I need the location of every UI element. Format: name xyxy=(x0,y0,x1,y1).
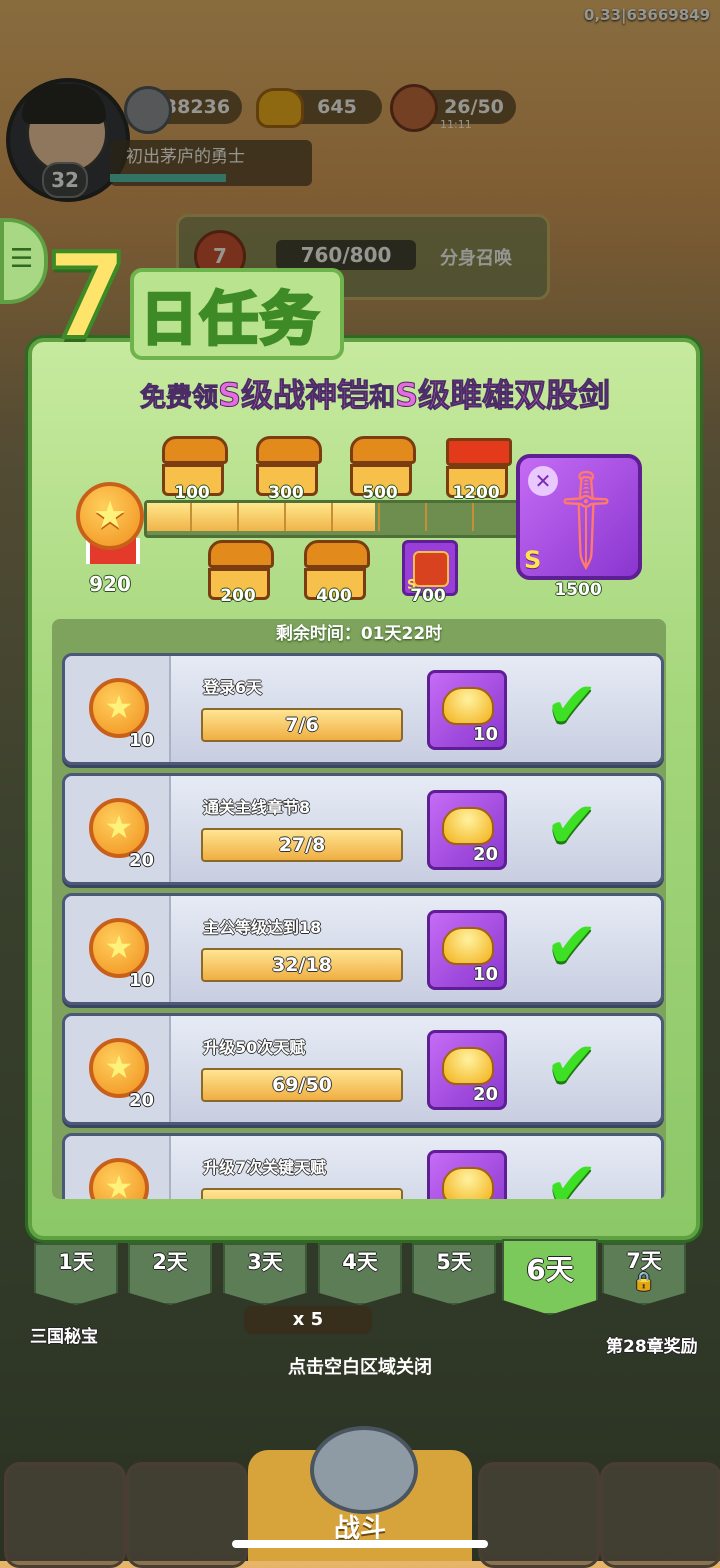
task-points: 20 xyxy=(129,850,155,871)
task-points: 10 xyxy=(129,730,155,751)
task-progress: 69/50 xyxy=(201,1068,403,1102)
milestone-label: 1200 xyxy=(452,483,500,503)
gold-ingot-icon xyxy=(442,927,494,965)
gold-ingot-icon xyxy=(442,1167,494,1199)
nav-building-button[interactable] xyxy=(4,1462,126,1568)
points-medal-star-icon: ★ xyxy=(76,482,144,550)
checkmark-icon: ✔ xyxy=(545,1029,599,1103)
chest-icon[interactable] xyxy=(208,540,274,600)
chest-icon[interactable] xyxy=(162,436,228,496)
milestone-label: 100 xyxy=(174,483,210,503)
timer-text: 剩余时间：01天22时 xyxy=(275,624,443,644)
tab-day-5[interactable]: 5天 xyxy=(412,1243,496,1305)
task-reward[interactable]: 10 xyxy=(427,670,507,750)
task-row[interactable]: ★ 20 升级50次天赋 69/50 20 ✔ xyxy=(62,1013,664,1125)
tab-day-2[interactable]: 2天 xyxy=(128,1243,212,1305)
gold-ingot-icon xyxy=(442,1047,494,1085)
reward-count: 10 xyxy=(472,724,498,745)
tab-day-7-label: 7天 xyxy=(626,1249,662,1273)
reward-count: 20 xyxy=(472,844,498,865)
progress-divider xyxy=(378,503,380,531)
nav-upgrade-button[interactable] xyxy=(600,1462,720,1568)
task-row[interactable]: ★ 20 通关主线章节8 27/8 20 ✔ xyxy=(62,773,664,885)
tab-day-1[interactable]: 1天 xyxy=(34,1243,118,1305)
points-progress-fill xyxy=(147,503,375,531)
menu-icon: ☰ xyxy=(10,244,34,274)
progress-divider xyxy=(284,503,286,531)
lock-icon: 🔒 xyxy=(632,1271,656,1292)
final-reward-grade: S xyxy=(524,546,542,574)
progress-divider xyxy=(331,503,333,531)
reward-count: 10 xyxy=(472,964,498,985)
tab-day-7[interactable]: 7天 🔒 xyxy=(602,1243,686,1305)
sword-reward[interactable]: ✕ 🗡 S xyxy=(516,454,648,580)
medal-star-icon: ★ xyxy=(89,918,149,978)
progress-divider xyxy=(190,503,192,531)
subtitle-mid: 和 xyxy=(369,383,396,414)
task-reward[interactable]: 20 xyxy=(427,1030,507,1110)
progress-divider xyxy=(237,503,239,531)
crossed-swords-icon xyxy=(310,1426,418,1514)
task-name: 通关主线章节8 xyxy=(203,798,311,817)
progress-divider xyxy=(472,503,474,531)
task-points: 10 xyxy=(129,970,155,991)
task-points: 20 xyxy=(129,1090,155,1111)
progress-divider xyxy=(425,503,427,531)
checkmark-icon: ✔ xyxy=(545,669,599,743)
subtitle-item2: S级雎雄双股剑 xyxy=(395,376,611,415)
nav-helmet-button[interactable] xyxy=(126,1462,248,1568)
task-progress: 32/18 xyxy=(201,948,403,982)
day-tabs: 1天 2天 3天 4天 5天 6天 7天 🔒 xyxy=(34,1239,694,1315)
reward-count: 20 xyxy=(472,1084,498,1105)
subtitle-pre: 免费领 xyxy=(139,383,219,414)
task-name: 主公等级达到18 xyxy=(203,918,322,937)
task-progress: 27/8 xyxy=(201,828,403,862)
milestone-label: 300 xyxy=(268,483,304,503)
task-progress: 7/6 xyxy=(201,708,403,742)
tab-day-3[interactable]: 3天 xyxy=(223,1243,307,1305)
chest-icon[interactable] xyxy=(446,438,512,498)
milestone-label: 500 xyxy=(362,483,398,503)
subtitle-item1: S级战神铠 xyxy=(218,376,370,415)
chest-icon[interactable] xyxy=(350,436,416,496)
chest-icon[interactable] xyxy=(304,540,370,600)
home-indicator[interactable] xyxy=(232,1540,488,1548)
close-hint: 点击空白区域关闭 xyxy=(288,1357,432,1378)
checkmark-icon: ✔ xyxy=(545,789,599,863)
cost-label: x 5 xyxy=(244,1306,372,1334)
chest-icon[interactable] xyxy=(256,436,322,496)
task-reward[interactable] xyxy=(427,1150,507,1199)
panel-subtitle: 免费领S级战神铠和S级雎雄双股剑 xyxy=(139,370,611,416)
milestone-label: 400 xyxy=(316,586,352,606)
tab-day-4[interactable]: 4天 xyxy=(318,1243,402,1305)
title-day-number: 7 xyxy=(44,227,130,365)
final-reward-points: 1500 xyxy=(554,580,602,600)
medal-star-icon: ★ xyxy=(89,678,149,738)
checkmark-icon: ✔ xyxy=(545,909,599,983)
gold-ingot-icon xyxy=(442,687,494,725)
points-total: 920 xyxy=(89,572,131,596)
task-reward[interactable]: 20 xyxy=(427,790,507,870)
milestone-label: 700 xyxy=(410,586,446,606)
left-caption[interactable]: 三国秘宝 xyxy=(30,1322,98,1347)
task-row[interactable]: ★ 10 登录6天 7/6 10 ✔ xyxy=(62,653,664,765)
task-progress xyxy=(201,1188,403,1199)
task-reward[interactable]: 10 xyxy=(427,910,507,990)
task-name: 升级7次关键天赋 xyxy=(203,1158,327,1177)
tab-day-6[interactable]: 6天 xyxy=(502,1239,598,1315)
task-row[interactable]: ★ 升级7次关键天赋 ✔ xyxy=(62,1133,664,1199)
medal-star-icon: ★ xyxy=(89,1038,149,1098)
medal-star-icon: ★ xyxy=(89,798,149,858)
task-list[interactable]: 剩余时间：01天22时 ★ 10 登录6天 7/6 10 ✔ ★ 20 通关主线… xyxy=(52,619,666,1199)
task-name: 升级50次天赋 xyxy=(203,1038,306,1057)
task-row[interactable]: ★ 10 主公等级达到18 32/18 10 ✔ xyxy=(62,893,664,1005)
nav-rooster-button[interactable] xyxy=(478,1462,600,1568)
armor-icon xyxy=(413,551,449,587)
milestone-label: 200 xyxy=(220,586,256,606)
gold-ingot-icon xyxy=(442,807,494,845)
task-name: 登录6天 xyxy=(203,678,263,697)
title-text: 日任务 xyxy=(138,284,321,355)
checkmark-icon: ✔ xyxy=(545,1149,599,1199)
